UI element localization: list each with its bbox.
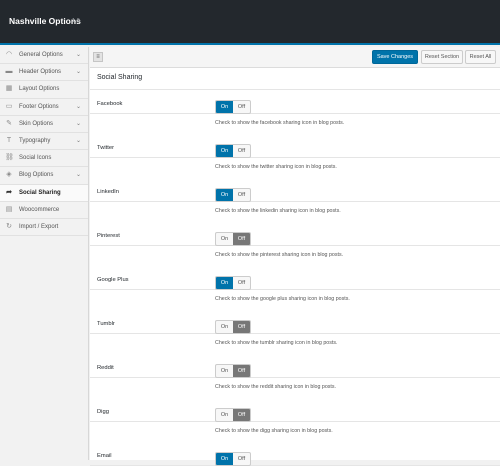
refresh-icon: ↻ — [6, 222, 12, 230]
on-off-switch[interactable]: On Off — [215, 320, 251, 334]
option-label: Google Plus — [97, 277, 129, 283]
switch-on-button[interactable]: On — [216, 189, 233, 201]
option-row-twitter: Twitter On Off Check to show the twitter sh… — [90, 114, 500, 170]
sidebar-item-header-options[interactable]: ▬ Header Options ⌄ — [0, 64, 88, 82]
admin-header: Nashville Options 1.0 — [0, 0, 500, 45]
option-label: Facebook — [97, 101, 123, 107]
sidebar-item-skin-options[interactable]: ✎ Skin Options ⌄ — [0, 116, 88, 133]
sidebar-item-label: Header Options — [19, 69, 62, 76]
header-icon: ▬ — [5, 68, 13, 76]
sidebar-item-typography[interactable]: T Typography ⌄ — [0, 133, 88, 151]
chevron-down-icon[interactable]: ⌄ — [75, 69, 82, 76]
switch-off-button[interactable]: Off — [233, 101, 250, 113]
switch-on-button[interactable]: On — [216, 409, 233, 421]
reset-all-button[interactable]: Reset All — [465, 50, 496, 64]
option-row-linkedin: LinkedIn On Off Check to show the linkedin … — [90, 158, 500, 214]
sidebar-item-label: Footer Options — [19, 103, 59, 110]
switch-off-button[interactable]: Off — [233, 453, 250, 465]
on-off-switch[interactable]: On Off — [215, 232, 251, 246]
switch-on-button[interactable]: On — [216, 453, 233, 465]
sidebar-item-layout-options[interactable]: ▦ Layout Options — [0, 81, 88, 99]
option-row-email: Email On Off — [90, 422, 500, 466]
switch-off-button[interactable]: Off — [233, 321, 250, 333]
option-label: LinkedIn — [97, 189, 119, 195]
option-row-reddit: Reddit On Off Check to show the reddit shar… — [90, 334, 500, 390]
switch-on-button[interactable]: On — [216, 101, 233, 113]
on-off-switch[interactable]: On Off — [215, 408, 251, 422]
sidebar-item-label: Layout Options — [19, 86, 60, 93]
switch-off-button[interactable]: Off — [233, 365, 250, 377]
switch-off-button[interactable]: Off — [233, 277, 250, 289]
sidebar-item-label: Woocommerce — [19, 206, 60, 213]
on-off-switch[interactable]: On Off — [215, 188, 251, 202]
switch-off-button[interactable]: Off — [233, 145, 250, 157]
option-label: Pinterest — [97, 233, 120, 239]
on-off-switch[interactable]: On Off — [215, 452, 251, 466]
sidebar-item-label: Import / Export — [19, 223, 59, 230]
on-off-switch[interactable]: On Off — [215, 100, 251, 114]
switch-on-button[interactable]: On — [216, 365, 233, 377]
options-sidebar: ◠ General Options ⌄ ▬ Header Options ⌄ ▦ Layout… — [0, 47, 89, 460]
sidebar-item-label: Blog Options — [19, 172, 54, 179]
cart-icon: ▤ — [5, 205, 13, 213]
sidebar-item-general-options[interactable]: ◠ General Options ⌄ — [0, 47, 88, 65]
switch-on-button[interactable]: On — [216, 321, 233, 333]
sidebar-item-import-export[interactable]: ↻ Import / Export — [0, 219, 88, 237]
sidebar-item-woocommerce[interactable]: ▤ Woocommerce — [0, 202, 88, 219]
option-label: Email — [97, 453, 112, 459]
layout-icon: ▦ — [5, 85, 13, 93]
option-label: Digg — [97, 409, 109, 415]
option-row-tumblr: Tumblr On Off Check to show the tumblr shar… — [90, 290, 500, 346]
reset-section-button[interactable]: Reset Section — [421, 50, 463, 64]
chevron-down-icon[interactable]: ⌄ — [75, 172, 82, 179]
sidebar-item-footer-options[interactable]: ▭ Footer Options ⌄ — [0, 99, 88, 116]
sidebar-item-label: Social Sharing — [19, 189, 61, 196]
switch-off-button[interactable]: Off — [233, 409, 250, 421]
sidebar-item-label: Skin Options — [19, 120, 54, 127]
option-label: Tumblr — [97, 321, 115, 327]
option-row-google-plus: Google Plus On Off Check to show the google… — [90, 246, 500, 302]
switch-on-button[interactable]: On — [216, 277, 233, 289]
brush-icon: ✎ — [6, 119, 12, 127]
chevron-down-icon[interactable]: ⌄ — [75, 121, 82, 128]
sidebar-item-blog-options[interactable]: ◈ Blog Options ⌄ — [0, 167, 88, 185]
sidebar-item-label: Typography — [19, 138, 51, 145]
switch-off-button[interactable]: Off — [233, 233, 250, 245]
expand-toggle-icon[interactable]: ≡ — [93, 52, 103, 62]
sidebar-item-label: General Options — [19, 52, 63, 59]
gauge-icon: ◠ — [5, 51, 13, 59]
on-off-switch[interactable]: On Off — [215, 276, 251, 290]
option-row-digg: Digg On Off Check to show the digg sharing … — [90, 378, 500, 434]
chevron-down-icon[interactable]: ⌄ — [75, 104, 82, 111]
page-title: Nashville Options — [9, 16, 81, 26]
chevron-down-icon[interactable]: ⌄ — [75, 52, 82, 59]
on-off-switch[interactable]: On Off — [215, 144, 251, 158]
sidebar-item-label: Social Icons — [19, 155, 52, 162]
options-toolbar: ≡ Save Changes Reset Section Reset All — [90, 47, 500, 68]
option-label: Twitter — [97, 145, 115, 151]
options-panel: Social Sharing Facebook On Off Check to sho… — [90, 68, 500, 466]
option-row-pinterest: Pinterest On Off Check to show the pinteres… — [90, 202, 500, 258]
share-icon: ➦ — [6, 188, 12, 196]
option-row-facebook: Facebook On Off Check to show the facebook … — [90, 70, 500, 126]
switch-off-button[interactable]: Off — [233, 189, 250, 201]
option-label: Reddit — [97, 365, 114, 371]
chevron-down-icon[interactable]: ⌄ — [75, 138, 82, 145]
switch-on-button[interactable]: On — [216, 233, 233, 245]
sidebar-item-social-sharing[interactable]: ➦ Social Sharing — [0, 184, 88, 202]
switch-on-button[interactable]: On — [216, 145, 233, 157]
link-icon: ⛓ — [5, 154, 14, 162]
on-off-switch[interactable]: On Off — [215, 364, 251, 378]
sidebar-item-social-icons[interactable]: ⛓ Social Icons — [0, 150, 88, 168]
tag-icon: ◈ — [6, 171, 12, 179]
footer-icon: ▭ — [5, 102, 13, 110]
typography-icon: T — [6, 137, 12, 145]
version-label: 1.0 — [72, 18, 80, 24]
save-changes-button[interactable]: Save Changes — [372, 50, 418, 64]
